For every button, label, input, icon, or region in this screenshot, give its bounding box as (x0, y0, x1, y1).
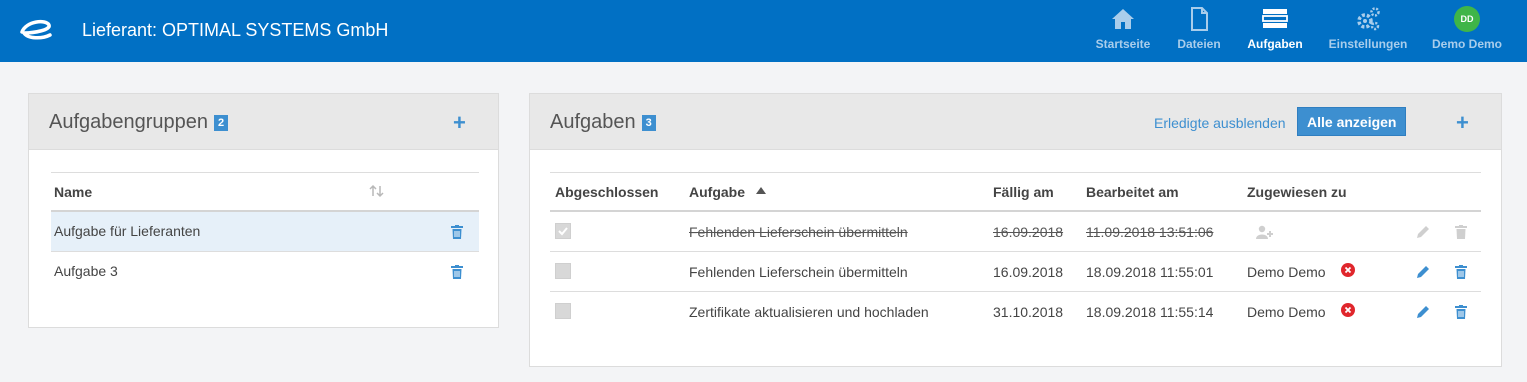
task-title: Zertifikate aktualisieren und hochladen (689, 304, 929, 320)
task-title: Fehlenden Lieferschein übermitteln (689, 264, 908, 280)
remove-assignee-icon[interactable] (1341, 303, 1355, 317)
edit-pencil-icon[interactable] (1416, 225, 1430, 239)
divider (550, 172, 1481, 173)
due-date: 16.09.2018 (993, 224, 1064, 240)
column-header-faellig[interactable]: Fällig am (993, 184, 1054, 200)
nav-user-menu[interactable]: DD Demo Demo (1424, 6, 1510, 56)
sort-icon[interactable] (369, 184, 385, 198)
nav-dateien[interactable]: Dateien (1174, 6, 1224, 56)
edited-date: 18.09.2018 11:55:01 (1086, 264, 1214, 280)
task-groups-panel: Aufgabengruppen 2 + Name Aufgabe für Lief… (28, 93, 499, 328)
panel-title: Aufgaben 3 (550, 111, 656, 134)
assign-user-icon[interactable] (1256, 225, 1274, 239)
nav-label: Dateien (1177, 37, 1221, 51)
trash-icon[interactable] (451, 225, 463, 239)
nav-label: Demo Demo (1431, 37, 1502, 51)
count-badge: 3 (641, 115, 656, 131)
task-title: Fehlenden Lieferschein übermitteln (689, 224, 908, 240)
edited-date: 11.09.2018 13:51:06 (1086, 224, 1214, 240)
panel-header: Aufgabengruppen 2 + (29, 94, 498, 150)
list-item[interactable]: Aufgabe 3 (51, 252, 479, 291)
nav-label: Startseite (1095, 37, 1151, 51)
completed-checkbox[interactable] (555, 263, 571, 279)
nav-startseite[interactable]: Startseite (1093, 6, 1153, 56)
add-group-button[interactable]: + (453, 110, 466, 136)
tasks-panel: Aufgaben 3 Erledigte ausblenden Alle anze… (529, 93, 1502, 367)
list-item[interactable]: Aufgabe für Lieferanten (51, 212, 479, 251)
add-task-button[interactable]: + (1456, 110, 1469, 136)
due-date: 16.09.2018 (993, 264, 1064, 280)
tasks-icon (1262, 9, 1288, 28)
panel-header: Aufgaben 3 Erledigte ausblenden Alle anze… (530, 94, 1501, 150)
panel-title-text: Aufgaben (550, 111, 636, 133)
assignee-name: Demo Demo (1247, 304, 1326, 320)
group-name: Aufgabe für Lieferanten (54, 223, 201, 239)
app-logo[interactable] (16, 17, 54, 43)
column-header-aufgabe[interactable]: Aufgabe (689, 184, 745, 200)
due-date: 31.10.2018 (993, 304, 1064, 320)
edit-pencil-icon[interactable] (1416, 265, 1430, 279)
column-header-abgeschlossen[interactable]: Abgeschlossen (555, 184, 658, 200)
edited-date: 18.09.2018 11:55:14 (1086, 304, 1214, 320)
nav-label: Aufgaben (1247, 37, 1303, 51)
page-title: Lieferant: OPTIMAL SYSTEMS GmbH (82, 20, 389, 40)
remove-assignee-icon[interactable] (1341, 263, 1355, 277)
completed-checkbox[interactable] (555, 223, 571, 239)
assignee-name: Demo Demo (1247, 264, 1326, 280)
group-name: Aufgabe 3 (54, 263, 118, 279)
sort-ascending-icon[interactable] (756, 187, 766, 194)
table-row[interactable]: Fehlenden Lieferschein übermitteln 16.09… (550, 212, 1481, 251)
trash-icon[interactable] (1455, 225, 1467, 239)
checkmark-icon (558, 227, 568, 236)
nav-aufgaben[interactable]: Aufgaben (1244, 6, 1306, 56)
file-icon (1191, 7, 1208, 31)
completed-checkbox[interactable] (555, 303, 571, 319)
edit-pencil-icon[interactable] (1416, 305, 1430, 319)
nav-label: Einstellungen (1328, 37, 1408, 51)
trash-icon[interactable] (1455, 305, 1467, 319)
count-badge: 2 (214, 115, 229, 131)
table-row[interactable]: Zertifikate aktualisieren und hochladen … (550, 292, 1481, 331)
column-header-name[interactable]: Name (54, 184, 92, 200)
column-header-bearbeitet[interactable]: Bearbeitet am (1086, 184, 1179, 200)
column-header-zugewiesen[interactable]: Zugewiesen zu (1247, 184, 1347, 200)
trash-icon[interactable] (451, 265, 463, 279)
nav-einstellungen[interactable]: Einstellungen (1326, 6, 1410, 56)
show-all-button[interactable]: Alle anzeigen (1297, 107, 1407, 136)
trash-icon[interactable] (1455, 265, 1467, 279)
panel-title-text: Aufgabengruppen (49, 111, 209, 133)
hide-completed-link[interactable]: Erledigte ausblenden (1154, 115, 1286, 131)
divider (51, 172, 479, 173)
gears-icon (1357, 7, 1380, 31)
panel-title: Aufgabengruppen 2 (49, 111, 229, 134)
avatar: DD (1454, 6, 1480, 32)
top-navigation-bar: Lieferant: OPTIMAL SYSTEMS GmbH Startsei… (0, 0, 1527, 62)
home-icon (1112, 9, 1134, 29)
table-row[interactable]: Fehlenden Lieferschein übermitteln 16.09… (550, 252, 1481, 291)
